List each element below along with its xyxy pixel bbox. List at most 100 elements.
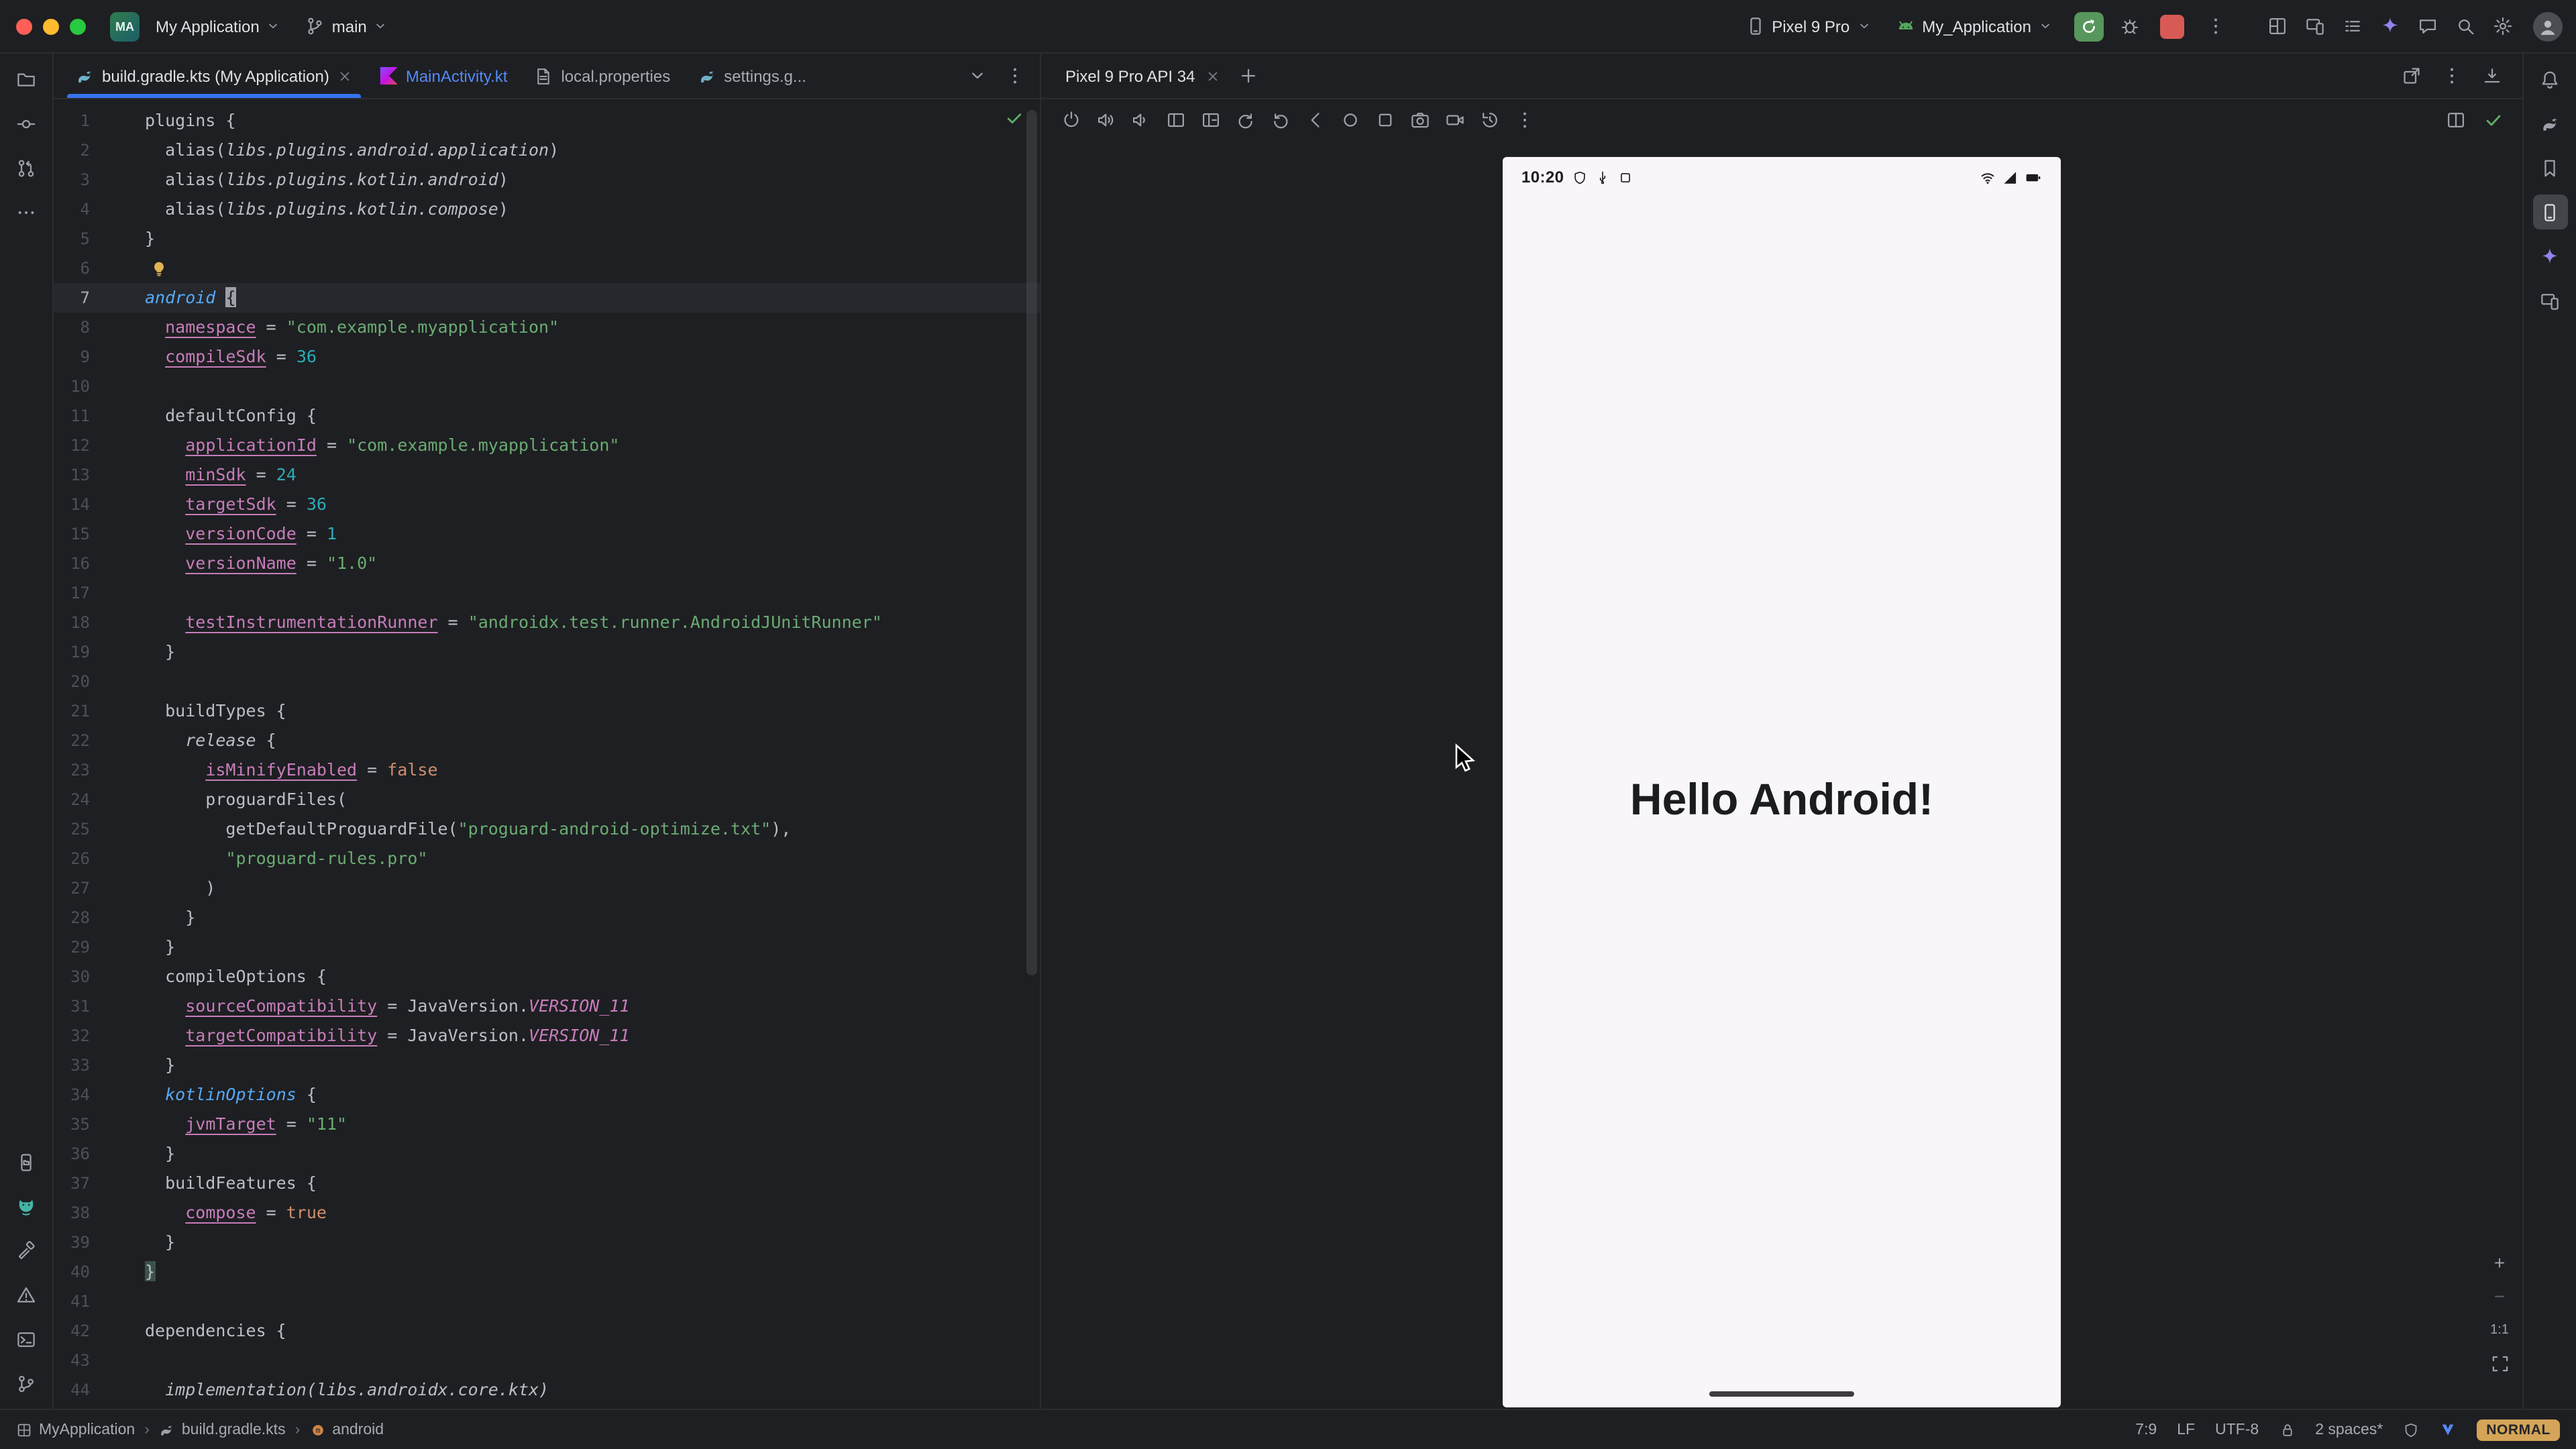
zoom-in-button[interactable]: + <box>2485 1249 2514 1276</box>
ideavim-icon[interactable] <box>2439 1421 2457 1438</box>
gemini-icon[interactable] <box>2372 9 2407 44</box>
vim-mode-badge[interactable]: NORMAL <box>2477 1419 2560 1440</box>
line-separator-widget[interactable]: LF <box>2177 1421 2195 1438</box>
screenshot-icon[interactable] <box>1403 103 1436 136</box>
code-line[interactable]: } <box>140 1228 1040 1257</box>
line-number[interactable]: 41 <box>54 1287 140 1316</box>
display-mode-icon[interactable] <box>2439 103 2471 136</box>
code-line[interactable]: kotlinOptions { <box>140 1080 1040 1110</box>
more-tools-icon[interactable] <box>9 195 44 229</box>
line-number[interactable]: 24 <box>54 785 140 814</box>
line-number[interactable]: 22 <box>54 726 140 755</box>
popout-panel-icon[interactable] <box>2394 58 2428 93</box>
terminal-icon[interactable] <box>9 1322 44 1356</box>
line-number[interactable]: 31 <box>54 991 140 1021</box>
line-number[interactable]: 15 <box>54 519 140 549</box>
indent-widget[interactable]: 2 spaces* <box>2315 1421 2383 1438</box>
line-number[interactable]: 42 <box>54 1316 140 1346</box>
quickfix-bulb-icon[interactable] <box>150 260 168 278</box>
line-number[interactable]: 19 <box>54 637 140 667</box>
line-number[interactable]: 35 <box>54 1110 140 1139</box>
line-number[interactable]: 27 <box>54 873 140 903</box>
line-number[interactable]: 7 <box>54 283 140 313</box>
readonly-lock-icon[interactable] <box>2279 1421 2295 1438</box>
breadcrumb-item[interactable]: MyApplication <box>16 1421 135 1438</box>
line-number[interactable]: 28 <box>54 903 140 932</box>
build-icon[interactable] <box>9 1233 44 1268</box>
code-line[interactable] <box>140 372 1040 401</box>
fold-icon[interactable] <box>1159 103 1191 136</box>
cursor-position-widget[interactable]: 7:9 <box>2135 1421 2157 1438</box>
chat-icon[interactable] <box>2410 9 2445 44</box>
code-line[interactable]: alias(libs.plugins.android.application) <box>140 136 1040 165</box>
line-number[interactable]: 40 <box>54 1257 140 1287</box>
project-icon[interactable] <box>9 62 44 97</box>
code-line[interactable]: jvmTarget = "11" <box>140 1110 1040 1139</box>
bookmarks-icon[interactable] <box>2532 150 2567 185</box>
gradle-icon[interactable] <box>2532 106 2567 141</box>
line-number[interactable]: 14 <box>54 490 140 519</box>
run-configuration-selector[interactable]: My_Application <box>1887 12 2061 40</box>
search-icon[interactable] <box>2447 9 2482 44</box>
layout-inspector-icon[interactable] <box>2259 9 2294 44</box>
device-tab[interactable]: Pixel 9 Pro API 34 <box>1055 54 1231 98</box>
more-v-icon[interactable] <box>1508 103 1540 136</box>
vcs-branch-widget[interactable]: main <box>297 12 396 40</box>
line-number[interactable]: 29 <box>54 932 140 962</box>
code-line[interactable]: compileSdk = 36 <box>140 342 1040 372</box>
more-run-options-icon[interactable] <box>2198 9 2233 44</box>
breadcrumb-item[interactable]: mandroid <box>309 1421 384 1438</box>
line-number[interactable]: 3 <box>54 165 140 195</box>
code-line[interactable]: } <box>140 224 1040 254</box>
rotate-left-icon[interactable] <box>1229 103 1261 136</box>
code-line[interactable]: compose = true <box>140 1198 1040 1228</box>
code-line[interactable] <box>140 254 1040 283</box>
snapshot-icon[interactable] <box>1473 103 1505 136</box>
code-line[interactable]: } <box>140 1139 1040 1169</box>
line-number[interactable]: 34 <box>54 1080 140 1110</box>
code-line[interactable]: proguardFiles( <box>140 785 1040 814</box>
code-line[interactable]: isMinifyEnabled = false <box>140 755 1040 785</box>
code-line[interactable]: "proguard-rules.pro" <box>140 844 1040 873</box>
line-number[interactable]: 13 <box>54 460 140 490</box>
code-line[interactable] <box>140 578 1040 608</box>
home-icon[interactable] <box>1334 103 1366 136</box>
editor-tab[interactable]: MainActivity.kt <box>367 54 521 98</box>
rotate-right-icon[interactable] <box>1264 103 1296 136</box>
code-line[interactable]: testInstrumentationRunner = "androidx.te… <box>140 608 1040 637</box>
code-line[interactable]: namespace = "com.example.myapplication" <box>140 313 1040 342</box>
pull-requests-icon[interactable] <box>9 150 44 185</box>
rerun-button[interactable] <box>2074 11 2104 41</box>
line-number[interactable]: 44 <box>54 1375 140 1405</box>
code-editor[interactable]: 1234567891011121314151617181920212223242… <box>54 99 1040 1409</box>
line-number[interactable]: 23 <box>54 755 140 785</box>
device-selector[interactable]: Pixel 9 Pro <box>1737 12 1879 40</box>
line-number[interactable]: 39 <box>54 1228 140 1257</box>
close-icon[interactable] <box>1204 68 1220 84</box>
problems-icon[interactable] <box>9 1277 44 1312</box>
line-number[interactable]: 38 <box>54 1198 140 1228</box>
gemini-icon[interactable] <box>2532 239 2567 274</box>
line-number[interactable]: 25 <box>54 814 140 844</box>
editor-tab[interactable]: build.gradle.kts (My Application) <box>62 54 367 98</box>
line-number[interactable]: 37 <box>54 1169 140 1198</box>
zoom-fit-button[interactable] <box>2485 1350 2514 1377</box>
line-number[interactable]: 16 <box>54 549 140 578</box>
zoom-out-button[interactable]: − <box>2485 1283 2514 1309</box>
inspection-profile-icon[interactable] <box>2403 1421 2419 1438</box>
device-mirror-icon[interactable] <box>2297 9 2332 44</box>
line-number[interactable]: 8 <box>54 313 140 342</box>
code-line[interactable]: dependencies { <box>140 1316 1040 1346</box>
notifications-icon[interactable] <box>2532 62 2567 97</box>
zoom-reset-button[interactable]: 1:1 <box>2485 1316 2514 1343</box>
commit-icon[interactable] <box>9 106 44 141</box>
code-line[interactable]: getDefaultProguardFile("proguard-android… <box>140 814 1040 844</box>
line-number[interactable]: 36 <box>54 1139 140 1169</box>
code-line[interactable]: applicationId = "com.example.myapplicati… <box>140 431 1040 460</box>
navigation-pill[interactable] <box>1709 1391 1854 1397</box>
panel-options-icon[interactable] <box>2434 58 2469 93</box>
device-manager-icon[interactable] <box>2532 283 2567 318</box>
code-line[interactable]: compileOptions { <box>140 962 1040 991</box>
hide-panel-icon[interactable] <box>2474 58 2509 93</box>
line-number[interactable]: 12 <box>54 431 140 460</box>
